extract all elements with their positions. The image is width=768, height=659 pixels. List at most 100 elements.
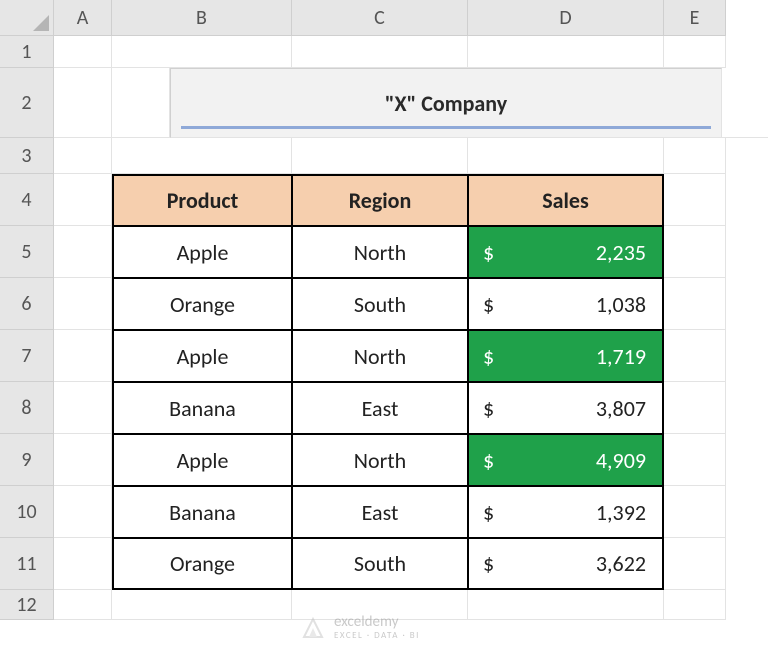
select-all-icon xyxy=(33,15,49,31)
cell-sales[interactable]: $1,038 xyxy=(468,278,664,330)
currency-symbol: $ xyxy=(483,291,494,318)
cell-region[interactable]: East xyxy=(292,382,468,434)
cell-region[interactable]: North xyxy=(292,434,468,486)
cell-sales[interactable]: $1,392 xyxy=(468,486,664,538)
sales-value: 2,235 xyxy=(596,239,646,266)
cell-sales[interactable]: $3,622 xyxy=(468,538,664,590)
cell-product[interactable]: Orange xyxy=(112,538,292,590)
cell[interactable] xyxy=(54,278,112,330)
sales-value: 4,909 xyxy=(596,447,646,474)
row-header-2[interactable]: 2 xyxy=(0,68,54,138)
currency-symbol: $ xyxy=(483,239,494,266)
cell[interactable] xyxy=(54,226,112,278)
cell[interactable] xyxy=(54,486,112,538)
cell[interactable] xyxy=(54,174,112,226)
cell-region[interactable]: South xyxy=(292,278,468,330)
currency-symbol: $ xyxy=(483,550,494,577)
cell[interactable] xyxy=(292,138,468,174)
cell[interactable] xyxy=(664,590,726,620)
cell[interactable] xyxy=(664,538,726,590)
page-title: "X" Company xyxy=(385,90,507,117)
watermark-icon xyxy=(300,615,326,641)
watermark-sub: EXCEL · DATA · BI xyxy=(334,631,420,640)
cell[interactable] xyxy=(112,138,292,174)
cell-product[interactable]: Apple xyxy=(112,226,292,278)
cell[interactable] xyxy=(54,68,112,138)
cell[interactable] xyxy=(664,174,726,226)
cell-region[interactable]: North xyxy=(292,330,468,382)
row-header-9[interactable]: 9 xyxy=(0,434,54,486)
cell[interactable] xyxy=(112,36,292,68)
cell-sales[interactable]: $4,909 xyxy=(468,434,664,486)
row-header-6[interactable]: 6 xyxy=(0,278,54,330)
cell[interactable] xyxy=(292,36,468,68)
row-header-8[interactable]: 8 xyxy=(0,382,54,434)
title-cell[interactable]: "X" Company xyxy=(170,68,722,138)
spreadsheet: ABCDE 123456789101112 "X" CompanyProduct… xyxy=(0,0,768,659)
cell-product[interactable]: Orange xyxy=(112,278,292,330)
cell[interactable] xyxy=(468,590,664,620)
cell[interactable] xyxy=(54,538,112,590)
cell-region[interactable]: East xyxy=(292,486,468,538)
column-header-D[interactable]: D xyxy=(468,0,664,36)
column-header-E[interactable]: E xyxy=(664,0,726,36)
row-header-1[interactable]: 1 xyxy=(0,36,54,68)
cell[interactable] xyxy=(468,138,664,174)
cell[interactable] xyxy=(112,590,292,620)
table-header-sales[interactable]: Sales xyxy=(468,174,664,226)
sales-value: 1,038 xyxy=(596,291,646,318)
cell[interactable] xyxy=(664,36,726,68)
title-underline xyxy=(181,126,711,129)
cell[interactable] xyxy=(664,138,726,174)
cell[interactable] xyxy=(54,590,112,620)
cell[interactable] xyxy=(664,330,726,382)
sales-value: 3,622 xyxy=(596,550,646,577)
table-header-product[interactable]: Product xyxy=(112,174,292,226)
cell[interactable] xyxy=(54,434,112,486)
row-header-3[interactable]: 3 xyxy=(0,138,54,174)
sales-value: 3,807 xyxy=(596,395,646,422)
table-header-region[interactable]: Region xyxy=(292,174,468,226)
cell-product[interactable]: Banana xyxy=(112,382,292,434)
row-headers: 123456789101112 xyxy=(0,36,54,620)
cell[interactable] xyxy=(54,382,112,434)
cell[interactable] xyxy=(664,382,726,434)
column-header-A[interactable]: A xyxy=(54,0,112,36)
watermark-brand: exceldemy xyxy=(334,615,420,631)
select-all-corner[interactable] xyxy=(0,0,54,36)
cell[interactable] xyxy=(112,68,170,138)
cell[interactable] xyxy=(468,36,664,68)
row-header-10[interactable]: 10 xyxy=(0,486,54,538)
cell-product[interactable]: Banana xyxy=(112,486,292,538)
cell[interactable] xyxy=(664,434,726,486)
row-header-11[interactable]: 11 xyxy=(0,538,54,590)
currency-symbol: $ xyxy=(483,343,494,370)
cell[interactable] xyxy=(664,486,726,538)
sales-value: 1,392 xyxy=(596,499,646,526)
cell-region[interactable]: North xyxy=(292,226,468,278)
row-header-5[interactable]: 5 xyxy=(0,226,54,278)
row-header-4[interactable]: 4 xyxy=(0,174,54,226)
cell[interactable] xyxy=(664,278,726,330)
cell[interactable] xyxy=(54,330,112,382)
cell-sales[interactable]: $1,719 xyxy=(468,330,664,382)
cell-sales[interactable]: $3,807 xyxy=(468,382,664,434)
row-header-12[interactable]: 12 xyxy=(0,590,54,620)
watermark: exceldemy EXCEL · DATA · BI xyxy=(300,615,420,641)
sales-value: 1,719 xyxy=(596,343,646,370)
cell-product[interactable]: Apple xyxy=(112,434,292,486)
cell-region[interactable]: South xyxy=(292,538,468,590)
currency-symbol: $ xyxy=(483,395,494,422)
cell[interactable] xyxy=(722,68,768,138)
cell-sales[interactable]: $2,235 xyxy=(468,226,664,278)
column-header-B[interactable]: B xyxy=(112,0,292,36)
row-header-7[interactable]: 7 xyxy=(0,330,54,382)
cell[interactable] xyxy=(664,226,726,278)
cell-product[interactable]: Apple xyxy=(112,330,292,382)
cell-grid: "X" CompanyProductRegionSalesAppleNorth$… xyxy=(54,36,768,620)
currency-symbol: $ xyxy=(483,447,494,474)
cell[interactable] xyxy=(54,138,112,174)
currency-symbol: $ xyxy=(483,499,494,526)
column-header-C[interactable]: C xyxy=(292,0,468,36)
cell[interactable] xyxy=(54,36,112,68)
